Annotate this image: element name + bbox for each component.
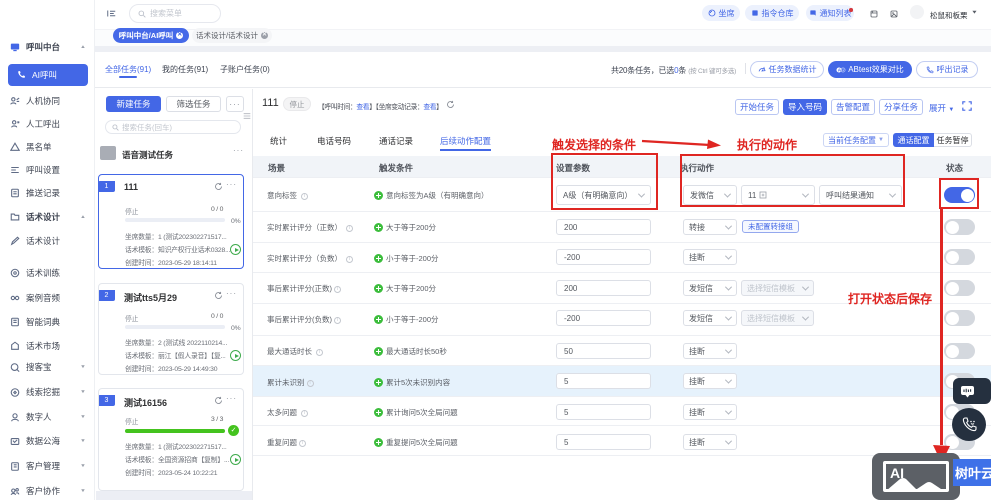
svg-text:B: B bbox=[842, 67, 845, 72]
